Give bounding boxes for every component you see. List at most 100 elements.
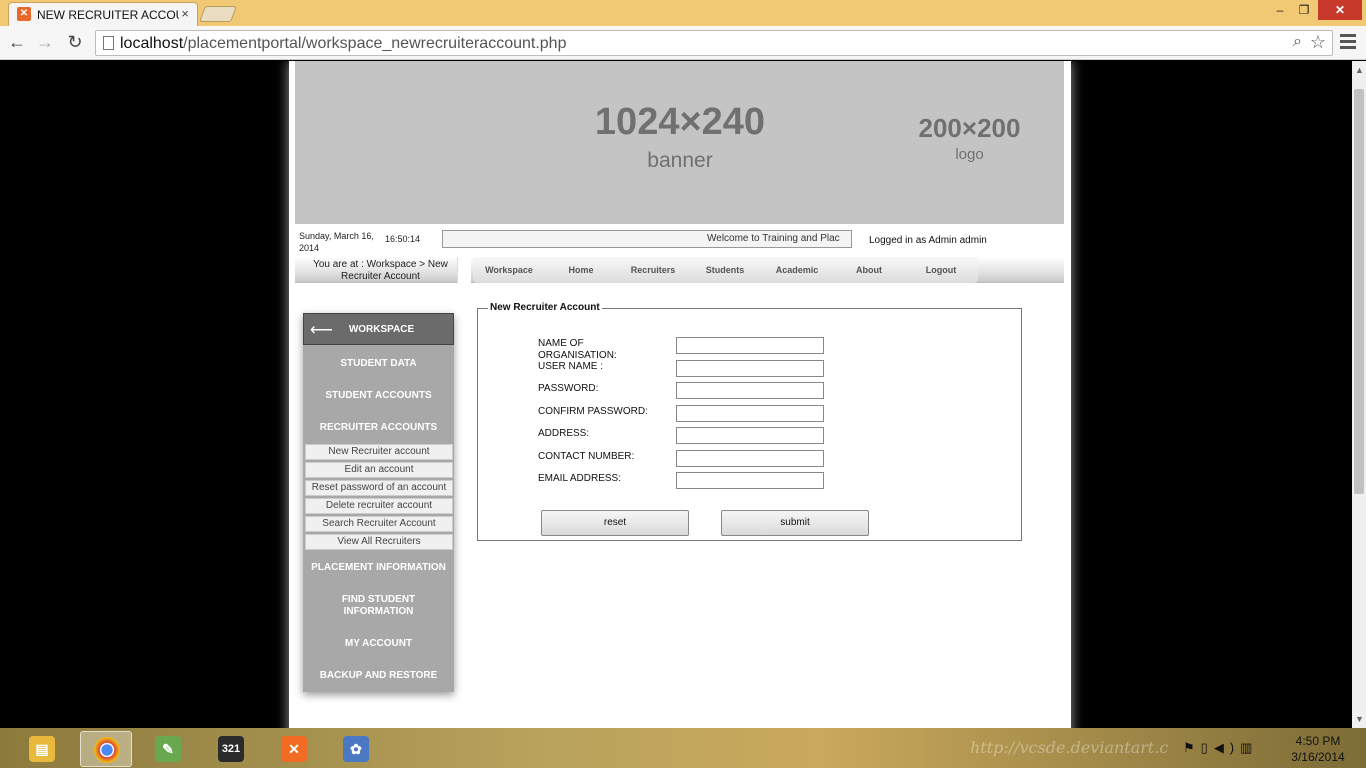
clock-date: 3/16/2014 — [1291, 750, 1345, 764]
sidebar-sub-search-account[interactable]: Search Recruiter Account — [305, 516, 453, 532]
zoom-icon[interactable]: ⌕ — [1293, 33, 1302, 51]
url-text: localhost/placementportal/workspace_newr… — [120, 35, 567, 52]
maximize-button[interactable]: ❐ — [1292, 0, 1316, 20]
organisation-input[interactable] — [676, 337, 824, 354]
taskbar-media-player[interactable]: 321 — [205, 731, 257, 767]
main-navbar: You are at : Workspace > New Recruiter A… — [295, 257, 1064, 283]
tab-close-icon[interactable]: × — [181, 6, 189, 21]
forward-arrow-icon[interactable]: → — [34, 32, 56, 53]
confirm-password-input[interactable] — [676, 405, 824, 422]
sidebar-sub-reset-password[interactable]: Reset password of an account — [305, 480, 453, 496]
reset-button[interactable]: reset — [541, 510, 689, 536]
media-player-classic-icon: 321 — [218, 736, 244, 762]
logo-size-text: 200×200 — [918, 113, 1021, 143]
banner-caption: banner — [647, 149, 713, 172]
marquee-text: Welcome to Training and Plac — [707, 233, 840, 244]
page-container: 1024×240 banner 200×200 logo Sunday, Mar… — [289, 61, 1071, 728]
minimize-button[interactable]: ‒ — [1268, 0, 1292, 20]
sidebar-sub-new-recruiter[interactable]: New Recruiter account — [305, 444, 453, 460]
sidebar-item-placement-information[interactable]: PLACEMENT INFORMATION — [303, 562, 454, 574]
taskbar-paint[interactable]: ✿ — [330, 731, 382, 767]
address-label: ADDRESS: — [538, 428, 590, 439]
page-viewport: 1024×240 banner 200×200 logo Sunday, Mar… — [0, 61, 1352, 728]
tab-title: NEW RECRUITER ACCOUNT — [37, 8, 179, 22]
welcome-marquee: Welcome to Training and Plac — [442, 230, 852, 248]
close-window-button[interactable]: ✕ — [1318, 0, 1362, 20]
taskbar-notepad-plus[interactable]: ✎ — [142, 731, 194, 767]
new-recruiter-form: New Recruiter Account NAME OF ORGANISATI… — [477, 302, 1022, 541]
nav-logout[interactable]: Logout — [905, 257, 977, 283]
taskbar-xampp[interactable]: ✕ — [268, 731, 320, 767]
logo-caption: logo — [955, 146, 984, 163]
notepad-plus-icon: ✎ — [155, 736, 181, 762]
password-input[interactable] — [676, 382, 824, 399]
system-tray[interactable]: ⚑▯◀)▥ — [1183, 740, 1258, 756]
page-scrollbar[interactable]: ▲ ▼ — [1352, 61, 1366, 728]
back-arrow-icon[interactable]: ⟵ — [310, 320, 333, 340]
chrome-icon — [94, 737, 120, 763]
scroll-thumb[interactable] — [1354, 89, 1364, 494]
sidebar-item-my-account[interactable]: MY ACCOUNT — [303, 638, 454, 650]
chrome-menu-icon[interactable] — [1340, 34, 1356, 52]
sidebar-item-student-accounts[interactable]: STUDENT ACCOUNTS — [303, 390, 454, 402]
xampp-icon: ✕ — [281, 736, 307, 762]
logged-in-status: Logged in as Admin admin — [869, 235, 987, 246]
taskbar-file-explorer[interactable]: ▤ — [16, 731, 68, 767]
nav-recruiters[interactable]: Recruiters — [617, 257, 689, 283]
current-date: Sunday, March 16, 2014 — [299, 231, 374, 253]
address-input[interactable] — [676, 427, 824, 444]
address-bar[interactable]: localhost/placementportal/workspace_newr… — [95, 30, 1333, 56]
taskbar-chrome[interactable] — [80, 731, 132, 767]
windows-taskbar: ▤ ✎ 321 ✕ ✿ http://vcsde.deviantart.c ⚑▯… — [0, 728, 1366, 768]
username-input[interactable] — [676, 360, 824, 377]
action-center-flag-icon[interactable]: ⚑ — [1183, 740, 1201, 755]
sidebar-sub-edit-account[interactable]: Edit an account — [305, 462, 453, 478]
sidebar-header[interactable]: ⟵ WORKSPACE — [303, 313, 454, 345]
organisation-label: NAME OF ORGANISATION: — [538, 338, 617, 361]
network-icon[interactable]: ▥ — [1240, 740, 1258, 755]
nav-about[interactable]: About — [833, 257, 905, 283]
device-icon[interactable]: ▯ — [1201, 740, 1214, 755]
scroll-up-icon[interactable]: ▲ — [1355, 65, 1364, 75]
reload-icon[interactable]: ↻ — [64, 32, 86, 53]
browser-titlebar: ✕ NEW RECRUITER ACCOUNT × ‒ ❐ ✕ — [0, 0, 1366, 26]
breadcrumb: You are at : Workspace > New Recruiter A… — [313, 259, 448, 282]
sidebar-sub-view-all[interactable]: View All Recruiters — [305, 534, 453, 550]
clock-time: 4:50 PM — [1295, 734, 1341, 748]
taskbar-clock[interactable]: 4:50 PM 3/16/2014 — [1282, 733, 1354, 765]
bookmark-star-icon[interactable]: ☆ — [1310, 32, 1326, 53]
contact-number-input[interactable] — [676, 450, 824, 467]
confirm-password-label: CONFIRM PASSWORD: — [538, 406, 648, 417]
new-tab-button[interactable] — [199, 6, 237, 22]
form-legend: New Recruiter Account — [488, 302, 602, 313]
contact-number-label: CONTACT NUMBER: — [538, 451, 635, 462]
nav-menu: Workspace Home Recruiters Students Acade… — [473, 257, 978, 283]
submit-button[interactable]: submit — [721, 510, 869, 536]
nav-workspace[interactable]: Workspace — [473, 257, 545, 283]
sidebar-item-backup-restore[interactable]: BACKUP AND RESTORE — [303, 670, 454, 682]
banner-size-text: 1024×240 — [594, 101, 766, 143]
email-input[interactable] — [676, 472, 824, 489]
navbar-separator — [457, 257, 471, 283]
wallpaper-watermark: http://vcsde.deviantart.c — [970, 738, 1169, 757]
scroll-down-icon[interactable]: ▼ — [1355, 714, 1364, 724]
file-explorer-icon: ▤ — [29, 736, 55, 762]
browser-toolbar: ← → ↻ localhost/placementportal/workspac… — [0, 26, 1366, 60]
volume-icon[interactable]: ◀) — [1214, 740, 1240, 755]
browser-tab[interactable]: ✕ NEW RECRUITER ACCOUNT × — [8, 2, 198, 26]
xampp-favicon-icon: ✕ — [17, 7, 31, 21]
page-icon — [103, 36, 114, 50]
sidebar-sub-delete-account[interactable]: Delete recruiter account — [305, 498, 453, 514]
username-label: USER NAME : — [538, 361, 604, 372]
current-time: 16:50:14 — [385, 234, 421, 244]
sidebar-item-student-data[interactable]: STUDENT DATA — [303, 358, 454, 370]
workspace-sidebar: ⟵ WORKSPACE STUDENT DATA STUDENT ACCOUNT… — [303, 313, 454, 692]
sidebar-item-find-student[interactable]: FIND STUDENT INFORMATION — [303, 594, 454, 618]
sidebar-header-label: WORKSPACE — [348, 324, 415, 335]
nav-academic[interactable]: Academic — [761, 257, 833, 283]
nav-home[interactable]: Home — [545, 257, 617, 283]
banner-placeholder: 1024×240 banner 200×200 logo — [295, 61, 1064, 224]
sidebar-item-recruiter-accounts[interactable]: RECRUITER ACCOUNTS — [303, 422, 454, 434]
back-arrow-icon[interactable]: ← — [6, 32, 28, 53]
nav-students[interactable]: Students — [689, 257, 761, 283]
